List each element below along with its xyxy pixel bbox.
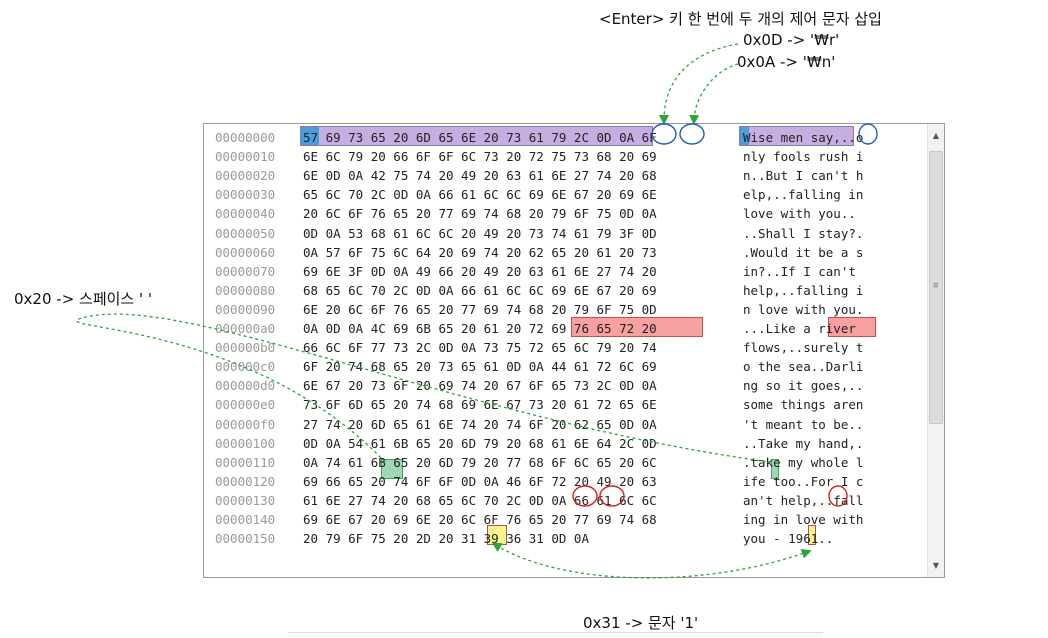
row-hex: 27 74 20 6D 65 61 6E 74 20 74 6F 20 62 6… xyxy=(303,416,657,432)
row-offset: 00000130 xyxy=(215,492,276,508)
row-offset: 00000100 xyxy=(215,435,276,451)
row-ascii: n..But I can't h xyxy=(743,168,864,184)
row-offset: 00000140 xyxy=(215,512,276,527)
row-offset: 00000000 xyxy=(215,130,276,145)
row-hex: 20 6C 6F 76 65 20 77 69 74 68 20 79 6F 7… xyxy=(303,206,657,222)
row-offset: 00000080 xyxy=(215,282,276,298)
row-ascii: ..Take my hand,. xyxy=(743,435,864,451)
row-hex: 66 6C 6F 77 73 2C 0D 0A 73 75 72 65 6C 7… xyxy=(303,340,657,356)
row-offset: 00000120 xyxy=(215,473,276,489)
row-hex: 0A 74 61 6B 65 20 6D 79 20 77 68 6F 6C 6… xyxy=(303,454,657,470)
row-hex: 6E 6C 79 20 66 6F 6F 6C 73 20 72 75 73 6… xyxy=(303,149,657,165)
row-hex: 6E 0D 0A 42 75 74 20 49 20 63 61 6E 27 7… xyxy=(303,168,657,184)
row-offset: 00000010 xyxy=(215,149,276,165)
row-ascii: n love with you. xyxy=(743,301,864,317)
row-hex: 20 79 6F 75 20 2D 20 31 39 36 31 0D 0A xyxy=(303,531,589,547)
hex-view-panel[interactable]: 00000000 57 69 73 65 20 6D 65 6E 20 73 61… xyxy=(203,123,945,578)
row-ascii: an't help,..fall xyxy=(743,492,864,508)
row-hex: 0A 57 6F 75 6C 64 20 69 74 20 62 65 20 6… xyxy=(303,244,657,260)
row-ascii: .take my whole l xyxy=(743,454,864,470)
row-offset: 00000090 xyxy=(215,301,276,317)
vertical-scrollbar[interactable]: ▲ ≡ ▼ xyxy=(927,124,944,577)
space-label: 0x20 -> 스페이스 ' ' xyxy=(14,290,153,308)
row-ascii: in?..If I can't xyxy=(743,263,856,279)
bottom-panel-edge xyxy=(288,632,823,638)
row-ascii: help,..falling i xyxy=(743,282,864,298)
row-hex: 57 69 73 65 20 6D 65 6E 20 73 61 79 2C 0… xyxy=(303,130,657,145)
row-offset: 000000e0 xyxy=(215,397,276,413)
row-ascii: ng so it goes,.. xyxy=(743,378,864,394)
row-ascii: 't meant to be.. xyxy=(743,416,864,432)
row-ascii: ..Shall I stay?. xyxy=(743,225,864,241)
row-ascii: o the sea..Darli xyxy=(743,359,864,375)
row-offset: 00000030 xyxy=(215,187,276,203)
row-hex: 6F 20 74 68 65 20 73 65 61 0D 0A 44 61 7… xyxy=(303,359,657,375)
row-ascii: love with you.. xyxy=(743,206,856,222)
row-ascii: ...Like a river xyxy=(743,321,856,336)
row-ascii: elp,..falling in xyxy=(743,187,864,203)
one-label: 0x31 -> 문자 '1' xyxy=(583,614,699,632)
row-offset: 00000150 xyxy=(215,531,276,547)
row-hex: 69 66 65 20 74 6F 6F 0D 0A 46 6F 72 20 4… xyxy=(303,473,657,489)
row-hex: 65 6C 70 2C 0D 0A 66 61 6C 6C 69 6E 67 2… xyxy=(303,187,657,203)
row-hex: 0D 0A 53 68 61 6C 6C 20 49 20 73 74 61 7… xyxy=(303,225,657,241)
row-offset: 00000040 xyxy=(215,206,276,222)
row-offset: 000000b0 xyxy=(215,340,276,356)
arrow-lf xyxy=(689,63,739,125)
row-offset: 00000020 xyxy=(215,168,276,184)
row-offset: 00000060 xyxy=(215,244,276,260)
row-hex: 0D 0A 54 61 6B 65 20 6D 79 20 68 61 6E 6… xyxy=(303,435,657,451)
row-hex: 73 6F 6D 65 20 74 68 69 6E 67 73 20 61 7… xyxy=(303,397,657,413)
row-ascii: flows,..surely t xyxy=(743,340,864,356)
row-hex: 6E 20 6C 6F 76 65 20 77 69 74 68 20 79 6… xyxy=(303,301,657,317)
row-offset: 000000a0 xyxy=(215,321,276,336)
row-ascii: some things aren xyxy=(743,397,864,413)
row-hex: 6E 67 20 73 6F 20 69 74 20 67 6F 65 73 2… xyxy=(303,378,657,394)
row-offset: 00000050 xyxy=(215,225,276,241)
row-ascii: ife too..For I c xyxy=(743,473,864,489)
row-offset: 00000110 xyxy=(215,454,276,470)
row-offset: 000000d0 xyxy=(215,378,276,394)
row-ascii: Wise men say,..o xyxy=(743,130,864,145)
row-ascii: .Would it be a s xyxy=(743,244,864,260)
row-hex: 61 6E 27 74 20 68 65 6C 70 2C 0D 0A 66 6… xyxy=(303,492,657,508)
row-offset: 00000070 xyxy=(215,263,276,279)
arrow-cr xyxy=(659,43,739,125)
scroll-down-icon[interactable]: ▼ xyxy=(928,557,944,574)
cr-label: 0x0D -> '₩r' xyxy=(743,31,840,49)
row-ascii: nly fools rush i xyxy=(743,149,864,165)
row-ascii: ing in love with xyxy=(743,512,864,527)
row-hex: 0A 0D 0A 4C 69 6B 65 20 61 20 72 69 76 6… xyxy=(303,321,657,336)
row-offset: 000000c0 xyxy=(215,359,276,375)
grip-icon: ≡ xyxy=(933,281,939,291)
row-hex: 68 65 6C 70 2C 0D 0A 66 61 6C 6C 69 6E 6… xyxy=(303,282,657,298)
row-hex: 69 6E 3F 0D 0A 49 66 20 49 20 63 61 6E 2… xyxy=(303,263,657,279)
row-ascii: you - 1961.. xyxy=(743,531,834,547)
scroll-up-icon[interactable]: ▲ xyxy=(928,127,944,144)
enter-title: <Enter> 키 한 번에 두 개의 제어 문자 삽입 xyxy=(599,10,882,28)
row-offset: 000000f0 xyxy=(215,416,276,432)
lf-label: 0x0A -> '₩n' xyxy=(737,53,836,71)
scrollbar-thumb[interactable]: ≡ xyxy=(929,151,943,424)
row-hex: 69 6E 67 20 69 6E 20 6C 6F 76 65 20 77 6… xyxy=(303,512,657,527)
